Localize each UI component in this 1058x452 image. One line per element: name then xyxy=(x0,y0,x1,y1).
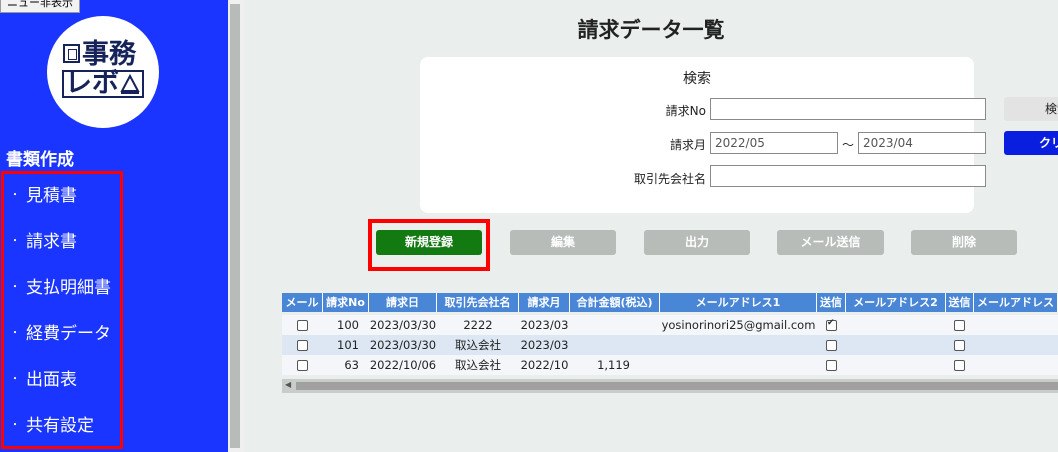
sidebar-item-label: 支払明細書 xyxy=(26,278,111,298)
invoice-month-label: 請求月 xyxy=(669,138,706,152)
resize-handle[interactable] xyxy=(230,4,240,448)
bullet-icon: ・ xyxy=(10,190,20,201)
invoice-no-input[interactable] xyxy=(710,98,986,120)
sidebar-item-label: 出面表 xyxy=(26,370,77,390)
cell-invoice-no: 100 xyxy=(337,318,359,332)
sidebar-item-label: 共有設定 xyxy=(26,416,94,436)
row-sent2-checkbox[interactable] xyxy=(954,360,965,371)
send-mail-button[interactable]: メール送信 xyxy=(777,230,884,255)
table-row[interactable]: 100 2023/03/30 2222 2023/03 yosinorinori… xyxy=(282,315,1058,335)
cell-total: 1,119 xyxy=(597,358,630,372)
invoice-no-label: 請求No xyxy=(665,104,706,118)
cell-month: 2022/10 xyxy=(520,358,569,372)
cell-invoice-no: 101 xyxy=(337,338,359,352)
cell-month: 2023/03 xyxy=(520,318,569,332)
sidebar-item-estimate[interactable]: ・見積書 xyxy=(10,184,77,208)
logo-text-bottom: レボ xyxy=(65,68,119,99)
row-sent1-checkbox[interactable] xyxy=(826,318,837,331)
cell-total xyxy=(570,315,660,335)
month-from-input[interactable]: 2022/05 xyxy=(710,132,838,154)
col-header-sent2[interactable]: 送信 xyxy=(946,293,974,312)
cell-email2 xyxy=(846,315,946,335)
cell-email2 xyxy=(846,335,946,355)
bullet-icon: ・ xyxy=(10,374,20,385)
company-name-input[interactable] xyxy=(710,165,986,187)
edit-button[interactable]: 編集 xyxy=(510,230,616,255)
main-content: 請求データ一覧 検索 請求No 請求月 2022/05 ～ 2023/04 取引… xyxy=(244,0,1058,452)
output-button[interactable]: 出力 xyxy=(644,230,750,255)
col-header-invoice-no[interactable]: 請求No xyxy=(323,293,369,312)
sidebar-divider[interactable] xyxy=(228,0,244,452)
cell-company: 2222 xyxy=(463,318,493,332)
sidebar-item-expense-data[interactable]: ・経費データ xyxy=(10,322,111,346)
menu-hide-toggle[interactable]: ニュー非表示 xyxy=(0,0,80,13)
cell-invoice-no: 63 xyxy=(344,358,359,372)
company-name-label: 取引先会社名 xyxy=(633,172,706,186)
cell-company: 取込会社 xyxy=(455,338,501,352)
horizontal-scrollbar[interactable]: ◀ xyxy=(282,379,1058,393)
cell-total xyxy=(570,335,660,355)
sidebar-item-label: 経費データ xyxy=(26,324,111,344)
invoice-table: メール 請求No 請求日 取引先会社名 請求月 合計金額(税込) メールアドレス… xyxy=(282,293,1058,377)
col-header-email1[interactable]: メールアドレス1 xyxy=(660,293,817,312)
bullet-icon: ・ xyxy=(10,236,20,247)
row-mail-checkbox[interactable] xyxy=(297,340,308,351)
scrollbar-thumb[interactable] xyxy=(296,382,1058,390)
sidebar-item-payment-statement[interactable]: ・支払明細書 xyxy=(10,276,111,300)
row-mail-checkbox[interactable] xyxy=(297,360,308,371)
logo-mark: 事務 レボ xyxy=(62,40,144,98)
sidebar-item-shared-settings[interactable]: ・共有設定 xyxy=(10,414,94,438)
section-title: 書類作成 xyxy=(6,150,74,170)
row-sent1-checkbox[interactable] xyxy=(826,360,837,371)
sidebar-item-label: 見積書 xyxy=(26,186,77,206)
row-sent2-checkbox[interactable] xyxy=(954,320,965,331)
col-header-email3[interactable]: メールアドレス xyxy=(974,293,1058,312)
bullet-icon: ・ xyxy=(10,328,20,339)
col-header-invoice-date[interactable]: 請求日 xyxy=(369,293,437,312)
pyramid-icon xyxy=(120,74,140,94)
row-sent2-checkbox[interactable] xyxy=(954,340,965,351)
search-title: 検索 xyxy=(683,71,711,87)
cell-email2 xyxy=(846,355,946,375)
scroll-left-arrow-icon[interactable]: ◀ xyxy=(285,380,291,389)
month-to-input[interactable]: 2023/04 xyxy=(858,132,986,154)
search-button[interactable]: 検索 xyxy=(1004,97,1058,121)
sidebar-item-invoice[interactable]: ・請求書 xyxy=(10,230,77,254)
col-header-total[interactable]: 合計金額(税込) xyxy=(570,293,660,312)
grid-icon xyxy=(63,44,80,63)
bullet-icon: ・ xyxy=(10,420,20,431)
sidebar: ニュー非表示 事務 レボ 書類作成 ・見積書 ・請求書 ・支払明細書 ・経費デー… xyxy=(0,0,228,452)
cell-email1 xyxy=(660,355,817,375)
cell-month: 2023/03 xyxy=(520,338,569,352)
row-mail-checkbox[interactable] xyxy=(297,320,308,331)
search-panel: 検索 請求No 請求月 2022/05 ～ 2023/04 取引先会社名 検索 … xyxy=(420,57,1058,213)
cell-email1: yosinorinori25@gmail.com xyxy=(661,318,816,332)
row-sent1-checkbox[interactable] xyxy=(826,340,837,351)
col-header-sent1[interactable]: 送信 xyxy=(817,293,846,312)
nav-highlight-box xyxy=(1,171,123,449)
cell-invoice-date: 2023/03/30 xyxy=(369,338,437,352)
col-header-company[interactable]: 取引先会社名 xyxy=(437,293,519,312)
col-header-email2[interactable]: メールアドレス2 xyxy=(846,293,946,312)
page-title: 請求データ一覧 xyxy=(577,18,725,42)
cell-company: 取込会社 xyxy=(455,358,501,372)
new-registration-button[interactable]: 新規登録 xyxy=(376,230,482,255)
bullet-icon: ・ xyxy=(10,282,20,293)
col-header-month[interactable]: 請求月 xyxy=(519,293,570,312)
cell-invoice-date: 2023/03/30 xyxy=(369,318,437,332)
table-row[interactable]: 101 2023/03/30 取込会社 2023/03 xyxy=(282,335,1058,355)
table-row[interactable]: 63 2022/10/06 取込会社 2022/10 1,119 xyxy=(282,355,1058,375)
range-tilde: ～ xyxy=(841,138,854,152)
delete-button[interactable]: 削除 xyxy=(911,230,1017,255)
logo-text-top: 事務 xyxy=(82,39,136,70)
col-header-mail[interactable]: メール xyxy=(282,293,323,312)
cell-email1 xyxy=(660,335,817,355)
sidebar-item-label: 請求書 xyxy=(26,232,77,252)
logo: 事務 レボ xyxy=(47,16,159,128)
clear-button[interactable]: クリア xyxy=(1004,131,1058,155)
cell-invoice-date: 2022/10/06 xyxy=(369,358,437,372)
sidebar-item-attendance[interactable]: ・出面表 xyxy=(10,368,77,392)
